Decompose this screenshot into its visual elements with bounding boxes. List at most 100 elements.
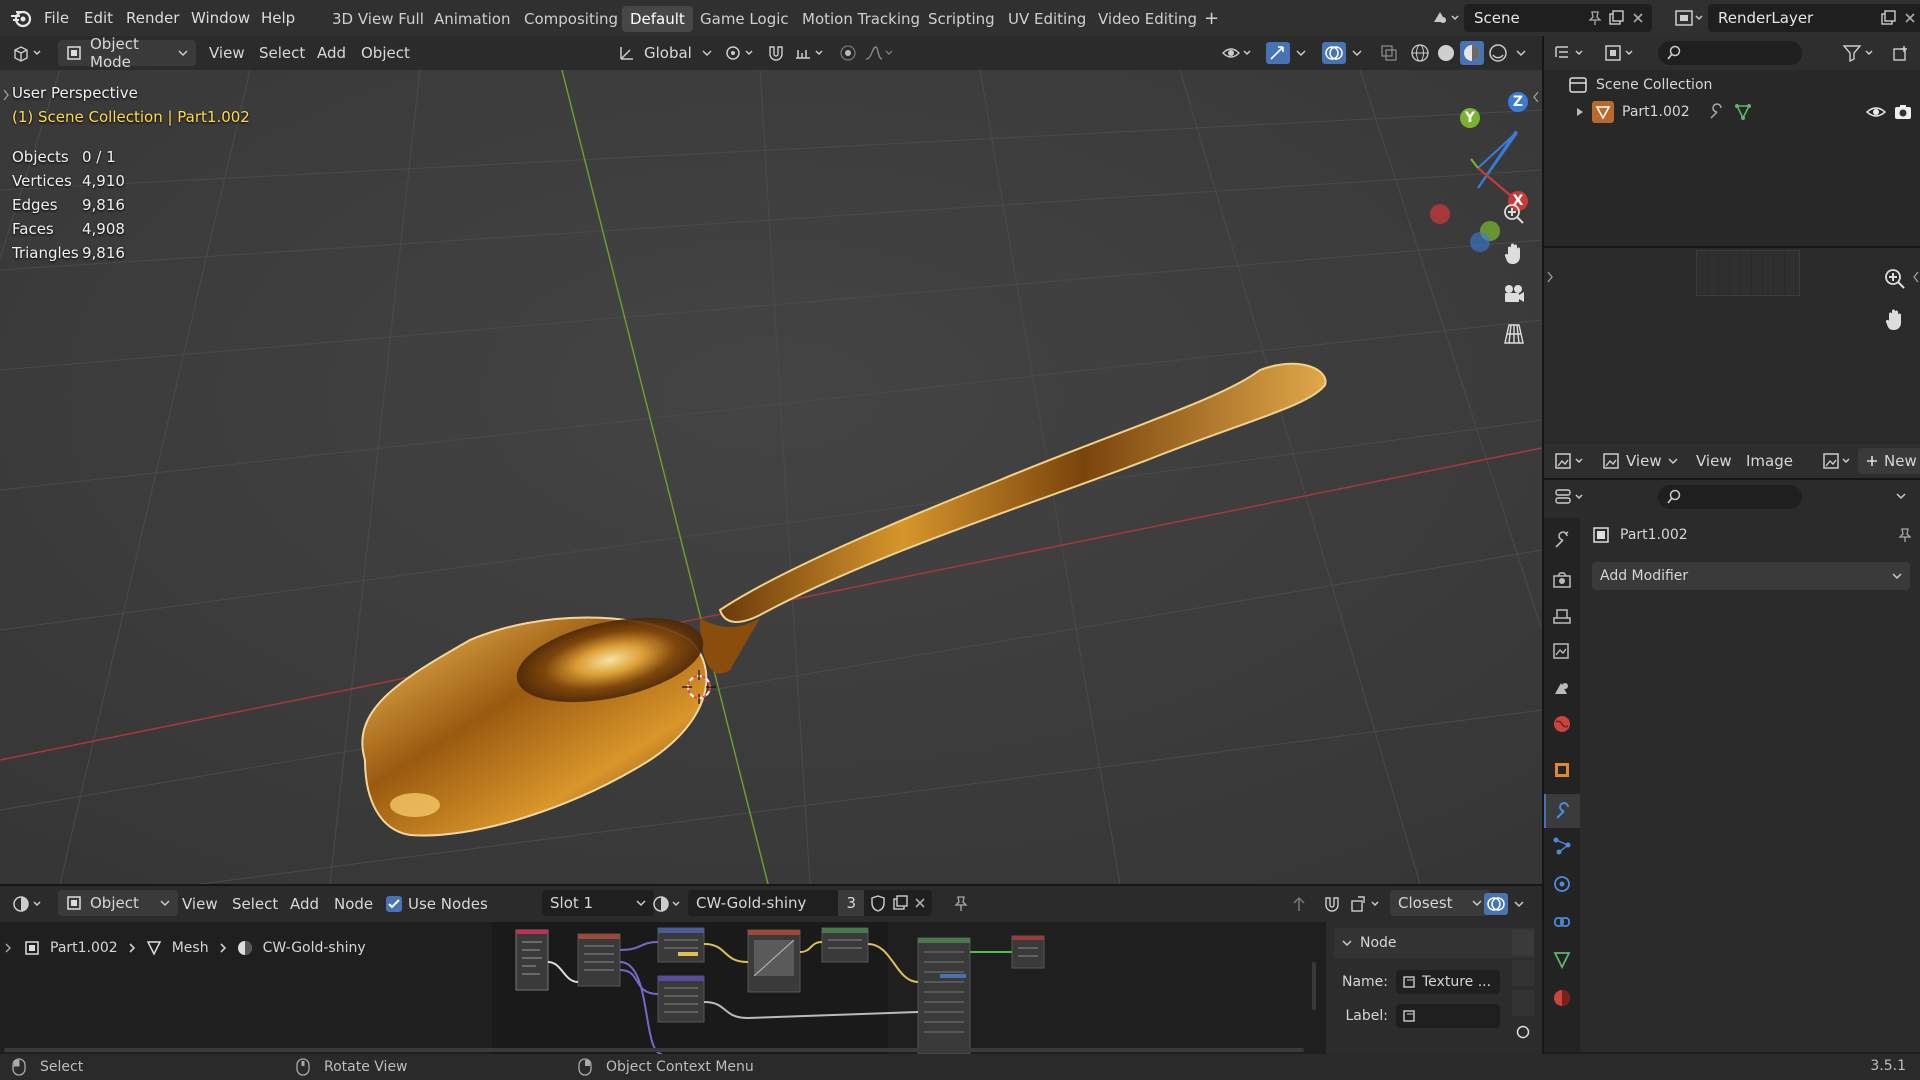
view-mode-dropdown[interactable]: View: [1602, 444, 1678, 478]
properties-editor-type-icon[interactable]: [1554, 488, 1588, 506]
tab-3d-view-full[interactable]: 3D View Full: [324, 6, 432, 32]
menu-select[interactable]: Select: [259, 36, 305, 70]
shading-wireframe-button[interactable]: [1410, 36, 1430, 70]
output-tab-icon[interactable]: [1552, 606, 1572, 626]
gizmo-toggle[interactable]: [1266, 36, 1306, 70]
node-panel-header[interactable]: Node: [1334, 928, 1534, 958]
snap-toggle[interactable]: [766, 36, 786, 70]
breadcrumb-material[interactable]: CW-Gold-shiny: [263, 940, 366, 956]
filter-icon[interactable]: [1842, 44, 1876, 62]
node-label-field[interactable]: [1396, 1004, 1500, 1028]
pin-icon[interactable]: [1898, 527, 1912, 543]
tab-default[interactable]: Default: [622, 6, 693, 32]
material-browse-icon[interactable]: [652, 895, 684, 913]
modifier-tab-active[interactable]: [1544, 794, 1580, 828]
menu-view[interactable]: View: [182, 886, 218, 922]
node-overlays-toggle[interactable]: [1484, 893, 1524, 915]
particles-tab-icon[interactable]: [1552, 836, 1572, 856]
delete-layer-icon[interactable]: [1904, 12, 1916, 24]
pin-icon[interactable]: [1588, 10, 1602, 26]
options-circle-icon[interactable]: [1515, 1024, 1531, 1040]
node-graph[interactable]: [492, 922, 1052, 1054]
menu-help[interactable]: Help: [261, 0, 295, 36]
view-layer-tab-icon[interactable]: [1552, 642, 1572, 662]
snap-element-icon[interactable]: [1350, 895, 1384, 913]
node-frame-note[interactable]: [515, 929, 549, 991]
node-editor-canvas[interactable]: Part1.002 Mesh CW-Gold-shiny: [0, 922, 1542, 1054]
shading-solid-button[interactable]: [1436, 36, 1456, 70]
blender-logo-icon[interactable]: [10, 8, 32, 28]
visibility-eye-icon[interactable]: [1866, 105, 1886, 119]
viewport-canvas[interactable]: [0, 70, 1542, 884]
expand-arrow-icon[interactable]: [1576, 107, 1584, 117]
shading-options-dropdown[interactable]: [1516, 36, 1526, 70]
node-material-output[interactable]: [1011, 935, 1045, 969]
image-editor-type-icon[interactable]: [1554, 452, 1588, 470]
pin-icon[interactable]: [952, 895, 970, 913]
gizmo-y-axis[interactable]: Y: [1460, 108, 1480, 128]
new-collection-icon[interactable]: [1892, 44, 1910, 62]
snap-magnet-icon[interactable]: [1322, 895, 1342, 913]
fake-user-shield-icon[interactable]: [870, 894, 886, 912]
tab-video-editing[interactable]: Video Editing: [1090, 6, 1205, 32]
proportional-falloff-dropdown[interactable]: [864, 36, 898, 70]
interpolation-dropdown[interactable]: Closest: [1390, 890, 1490, 916]
pivot-point-button[interactable]: [724, 36, 758, 70]
node-horizontal-scrollbar[interactable]: [4, 1048, 1304, 1052]
shader-type-dropdown[interactable]: Object: [58, 890, 178, 916]
duplicate-material-icon[interactable]: [892, 895, 908, 911]
breadcrumb-toggle-icon[interactable]: [4, 942, 12, 954]
node-tab[interactable]: [1512, 930, 1534, 956]
material-users-count[interactable]: 3: [838, 890, 864, 916]
render-layer-selector[interactable]: RenderLayer: [1708, 4, 1920, 32]
node-image-texture[interactable]: [747, 929, 801, 993]
node-editor-type-icon[interactable]: [12, 895, 46, 913]
gizmo-z-axis[interactable]: Z: [1508, 92, 1528, 112]
menu-edit[interactable]: Edit: [84, 0, 113, 36]
editor-type-button[interactable]: [12, 36, 46, 70]
menu-view[interactable]: View: [1696, 444, 1732, 478]
scene-selector[interactable]: Scene: [1464, 4, 1652, 32]
tab-uv-editing[interactable]: UV Editing: [1000, 6, 1094, 32]
node-scrollbar[interactable]: [1312, 962, 1316, 1010]
menu-file[interactable]: File: [44, 0, 69, 36]
data-tab-icon[interactable]: [1552, 950, 1572, 970]
menu-render[interactable]: Render: [126, 0, 179, 36]
parent-node-tree-icon[interactable]: [1290, 895, 1308, 913]
hand-pan-icon[interactable]: [1498, 238, 1530, 270]
world-tab-icon[interactable]: [1552, 714, 1572, 734]
xray-toggle[interactable]: [1380, 36, 1398, 70]
hand-pan-icon[interactable]: [1884, 308, 1906, 332]
shading-material-button[interactable]: [1460, 36, 1484, 70]
tab-motion-tracking[interactable]: Motion Tracking: [794, 6, 928, 32]
zoom-icon[interactable]: [1884, 268, 1906, 290]
image-editor-area[interactable]: [1544, 248, 1920, 444]
toolbar-toggle-icon[interactable]: [1546, 270, 1554, 284]
3d-viewport[interactable]: Z X Y User Perspective (1) Scene Collect…: [0, 70, 1542, 884]
chevron-down-icon[interactable]: [1296, 49, 1306, 57]
render-tab-icon[interactable]: [1552, 570, 1572, 590]
object-tab-icon[interactable]: [1552, 760, 1572, 780]
add-modifier-button[interactable]: Add Modifier: [1592, 562, 1910, 590]
transform-orientation-dropdown[interactable]: Global: [618, 36, 712, 70]
new-scene-icon[interactable]: [1608, 10, 1624, 26]
menu-add[interactable]: Add: [290, 886, 319, 922]
image-browse-icon[interactable]: [1822, 452, 1854, 470]
breadcrumb-object[interactable]: Part1.002: [50, 940, 118, 956]
tool-tab[interactable]: [1512, 960, 1534, 986]
menu-node[interactable]: Node: [334, 886, 373, 922]
perspective-grid-icon[interactable]: [1498, 318, 1530, 350]
tab-game-logic[interactable]: Game Logic: [692, 6, 797, 32]
proportional-editing-toggle[interactable]: [838, 36, 858, 70]
scene-type-icon[interactable]: [1430, 8, 1460, 28]
node-mapping[interactable]: [657, 927, 705, 963]
delete-scene-icon[interactable]: [1632, 12, 1644, 24]
scene-tab-icon[interactable]: [1552, 678, 1572, 698]
mode-dropdown[interactable]: Object Mode: [58, 35, 196, 71]
properties-search-input[interactable]: [1658, 485, 1802, 509]
menu-window[interactable]: Window: [191, 0, 250, 36]
constraints-tab-icon[interactable]: [1552, 912, 1572, 932]
use-nodes-checkbox[interactable]: Use Nodes: [386, 886, 488, 922]
visibility-dropdown[interactable]: [1222, 36, 1256, 70]
view-tab[interactable]: [1512, 990, 1534, 1016]
